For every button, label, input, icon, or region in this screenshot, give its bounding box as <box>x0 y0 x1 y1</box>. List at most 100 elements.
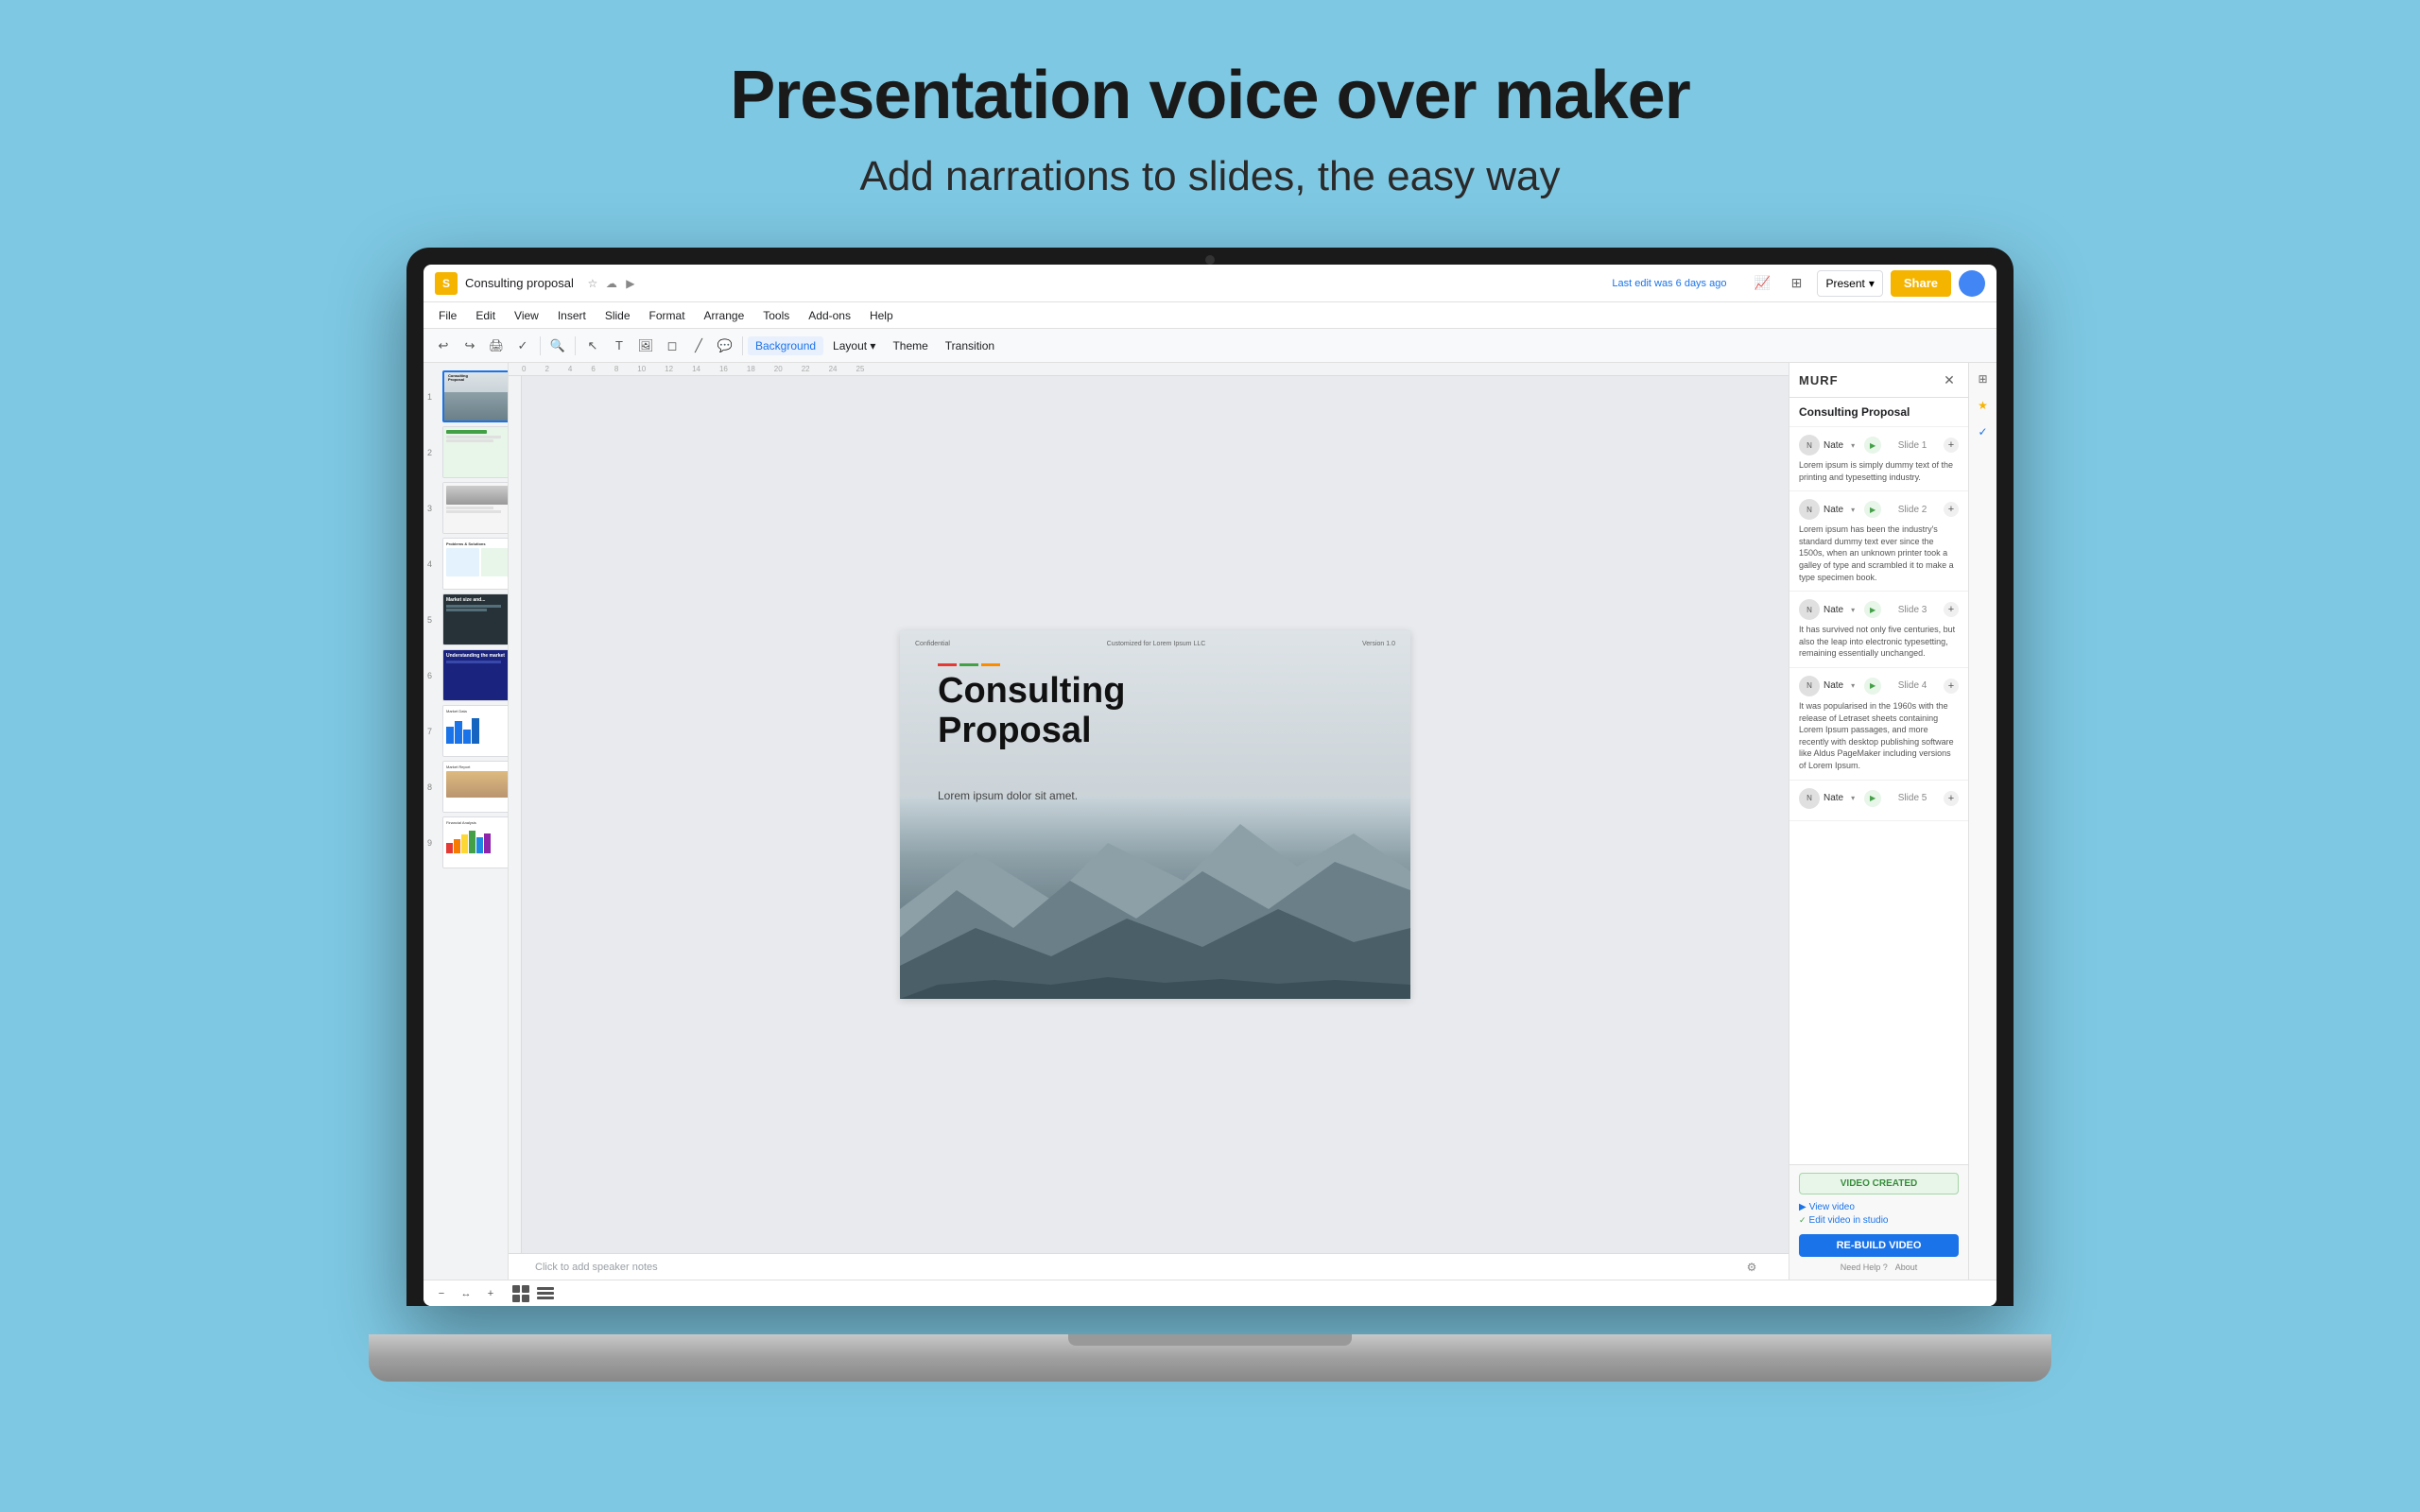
slide-num-1: 1 <box>427 392 432 402</box>
murf-slides-list: N Nate ▾ ▶ Slide 1 + Lorem ipsum is simp… <box>1789 427 1968 1164</box>
murf-header: MURF ✕ <box>1789 363 1968 398</box>
murf-avatar-5: N <box>1799 788 1820 809</box>
murf-close-button[interactable]: ✕ <box>1940 370 1959 389</box>
slide-num-7: 7 <box>427 727 432 736</box>
doc-title[interactable]: Consulting proposal <box>465 276 574 290</box>
murf-voice-3: Nate <box>1824 605 1843 615</box>
menu-view[interactable]: View <box>507 307 546 324</box>
user-avatar[interactable] <box>1959 270 1985 297</box>
zoom-btn[interactable]: 🔍 <box>545 334 570 358</box>
right-icon-slides[interactable]: ⊞ <box>1973 369 1994 389</box>
share-button[interactable]: Share <box>1891 270 1951 297</box>
slide-thumb-3[interactable] <box>442 482 509 534</box>
murf-play-3[interactable]: ▶ <box>1864 601 1881 618</box>
murf-slide-text-3: It has survived not only five centuries,… <box>1799 624 1959 660</box>
slide-canvas: Confidential Customized for Lorem Ipsum … <box>900 630 1410 999</box>
settings-icon[interactable]: ⚙ <box>1741 1257 1762 1278</box>
zoom-in-btn[interactable]: + <box>480 1283 501 1304</box>
right-icon-check[interactable]: ✓ <box>1973 421 1994 442</box>
slide-version: Version 1.0 <box>1362 641 1395 647</box>
grid-view-icon[interactable]: ⊞ <box>1783 270 1809 297</box>
slide-num-8: 8 <box>427 782 432 792</box>
slide-main-subtitle[interactable]: Lorem ipsum dolor sit amet. <box>938 789 1078 802</box>
menu-insert[interactable]: Insert <box>550 307 594 324</box>
need-help-link[interactable]: Need Help ? <box>1841 1263 1888 1272</box>
undo-btn[interactable]: ↩ <box>431 334 456 358</box>
toolbar-transition[interactable]: Transition <box>938 336 1002 355</box>
right-icon-star[interactable]: ★ <box>1973 395 1994 416</box>
cursor-btn[interactable]: ↖ <box>580 334 605 358</box>
toolbar: ↩ ↪ 🖨 ✓ 🔍 ↖ T 🖼 ◻ ╱ 💬 Background Layout … <box>424 329 1996 363</box>
murf-dropdown-5[interactable]: ▾ <box>1847 793 1858 804</box>
sep3 <box>742 336 743 355</box>
murf-dropdown-1[interactable]: ▾ <box>1847 439 1858 451</box>
toolbar-theme[interactable]: Theme <box>885 336 935 355</box>
ruler-left <box>509 376 522 1253</box>
menu-addons[interactable]: Add-ons <box>801 307 858 324</box>
edit-video-link[interactable]: ✓ Edit video in studio <box>1799 1215 1959 1226</box>
right-icons-panel: ⊞ ★ ✓ <box>1968 363 1996 1280</box>
analytics-icon[interactable]: 📈 <box>1749 270 1775 297</box>
present-button[interactable]: Present ▾ <box>1817 270 1882 297</box>
murf-dropdown-4[interactable]: ▾ <box>1847 680 1858 692</box>
murf-play-5[interactable]: ▶ <box>1864 790 1881 807</box>
cloud-icon[interactable]: ☁ <box>604 276 619 291</box>
view-list-btn[interactable] <box>537 1285 554 1302</box>
menu-help[interactable]: Help <box>862 307 901 324</box>
slide-thumb-5[interactable]: Market size and... <box>442 593 509 645</box>
present-icon[interactable]: ▶ <box>623 276 638 291</box>
murf-dropdown-2[interactable]: ▾ <box>1847 504 1858 515</box>
menu-file[interactable]: File <box>431 307 464 324</box>
view-grid-btn[interactable] <box>512 1285 529 1302</box>
toolbar-layout[interactable]: Layout ▾ <box>825 336 883 355</box>
print-btn[interactable]: 🖨 <box>484 334 509 358</box>
slide-num-9: 9 <box>427 838 432 848</box>
comment-btn[interactable]: 💬 <box>713 334 737 358</box>
murf-avatar-2: N <box>1799 499 1820 520</box>
slide-thumb-1[interactable]: ConsultingProposal <box>442 370 509 422</box>
menu-edit[interactable]: Edit <box>468 307 503 324</box>
menu-arrange[interactable]: Arrange <box>697 307 752 324</box>
slide-thumb-9[interactable]: Financial Analysis <box>442 816 509 868</box>
slide-thumb-7[interactable]: Market Data <box>442 705 509 757</box>
murf-slide-item-3: N Nate ▾ ▶ Slide 3 + It has survived not… <box>1789 592 1968 668</box>
slide-thumb-6[interactable]: Understanding the market <box>442 649 509 701</box>
ruler-top: 02468101214161820222425 <box>509 363 1789 376</box>
image-btn[interactable]: 🖼 <box>633 334 658 358</box>
murf-dropdown-3[interactable]: ▾ <box>1847 604 1858 615</box>
redo-btn[interactable]: ↪ <box>458 334 482 358</box>
murf-add-3[interactable]: + <box>1944 602 1959 617</box>
slide-confidential: Confidential <box>915 641 950 647</box>
zoom-out-btn[interactable]: − <box>431 1283 452 1304</box>
murf-avatar-4: N <box>1799 676 1820 696</box>
shape-btn[interactable]: ◻ <box>660 334 684 358</box>
laptop-screen: S Consulting proposal ☆ ☁ ▶ Last edit wa… <box>424 265 1996 1306</box>
murf-add-1[interactable]: + <box>1944 438 1959 453</box>
menu-slide[interactable]: Slide <box>597 307 638 324</box>
toolbar-background[interactable]: Background <box>748 336 823 355</box>
murf-play-1[interactable]: ▶ <box>1864 437 1881 454</box>
line-btn[interactable]: ╱ <box>686 334 711 358</box>
murf-play-2[interactable]: ▶ <box>1864 501 1881 518</box>
murf-slide-label-4: Slide 4 <box>1898 680 1927 691</box>
menu-tools[interactable]: Tools <box>755 307 797 324</box>
slide-thumb-8[interactable]: Market Report <box>442 761 509 813</box>
text-btn[interactable]: T <box>607 334 631 358</box>
slide-main-title[interactable]: ConsultingProposal <box>938 672 1125 751</box>
speaker-notes-text[interactable]: Click to add speaker notes <box>535 1262 658 1273</box>
murf-slide-label-2: Slide 2 <box>1898 505 1927 515</box>
about-link[interactable]: About <box>1895 1263 1918 1272</box>
view-video-link[interactable]: ▶ View video <box>1799 1202 1959 1212</box>
murf-slide-item-4: N Nate ▾ ▶ Slide 4 + It was popularised … <box>1789 668 1968 781</box>
spellcheck-btn[interactable]: ✓ <box>510 334 535 358</box>
zoom-fit-btn[interactable]: ↔ <box>456 1283 476 1304</box>
slide-thumb-4[interactable]: Problems & Solutions <box>442 538 509 590</box>
murf-play-4[interactable]: ▶ <box>1864 678 1881 695</box>
murf-add-4[interactable]: + <box>1944 679 1959 694</box>
rebuild-video-button[interactable]: RE-BUILD VIDEO <box>1799 1234 1959 1257</box>
murf-add-5[interactable]: + <box>1944 791 1959 806</box>
slide-thumb-2[interactable] <box>442 426 509 478</box>
star-icon[interactable]: ☆ <box>585 276 600 291</box>
murf-add-2[interactable]: + <box>1944 502 1959 517</box>
menu-format[interactable]: Format <box>642 307 693 324</box>
